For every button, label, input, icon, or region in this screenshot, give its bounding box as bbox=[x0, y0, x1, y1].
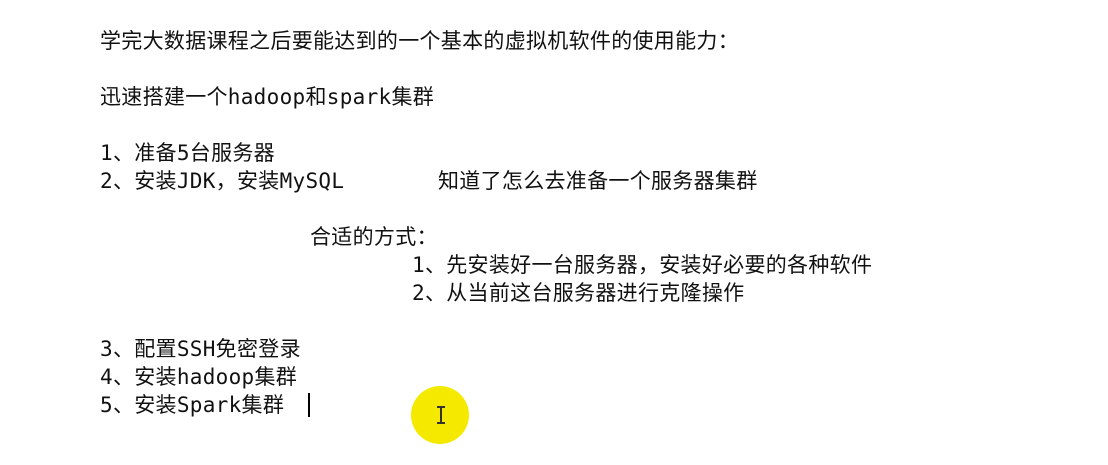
title-line: 学完大数据课程之后要能达到的一个基本的虚拟机软件的使用能力： bbox=[100, 29, 739, 53]
step-3: 3、配置SSH免密登录 bbox=[100, 337, 301, 361]
method-1: 1、先安装好一台服务器，安装好必要的各种软件 bbox=[412, 253, 873, 277]
goal-line: 迅速搭建一个hadoop和spark集群 bbox=[100, 85, 435, 109]
step-4: 4、安装hadoop集群 bbox=[100, 365, 298, 389]
method-2: 2、从当前这台服务器进行克隆操作 bbox=[412, 281, 745, 305]
method-heading: 合适的方式： bbox=[310, 225, 438, 249]
step-5: 5、安装Spark集群 bbox=[100, 393, 285, 417]
step-1: 1、准备5台服务器 bbox=[100, 141, 275, 165]
document-page: 学完大数据课程之后要能达到的一个基本的虚拟机软件的使用能力： 迅速搭建一个had… bbox=[0, 0, 1108, 465]
text-cursor-icon bbox=[436, 406, 446, 424]
text-caret bbox=[308, 393, 310, 417]
step-2: 2、安装JDK，安装MySQL bbox=[100, 169, 345, 193]
side-note: 知道了怎么去准备一个服务器集群 bbox=[438, 169, 758, 193]
